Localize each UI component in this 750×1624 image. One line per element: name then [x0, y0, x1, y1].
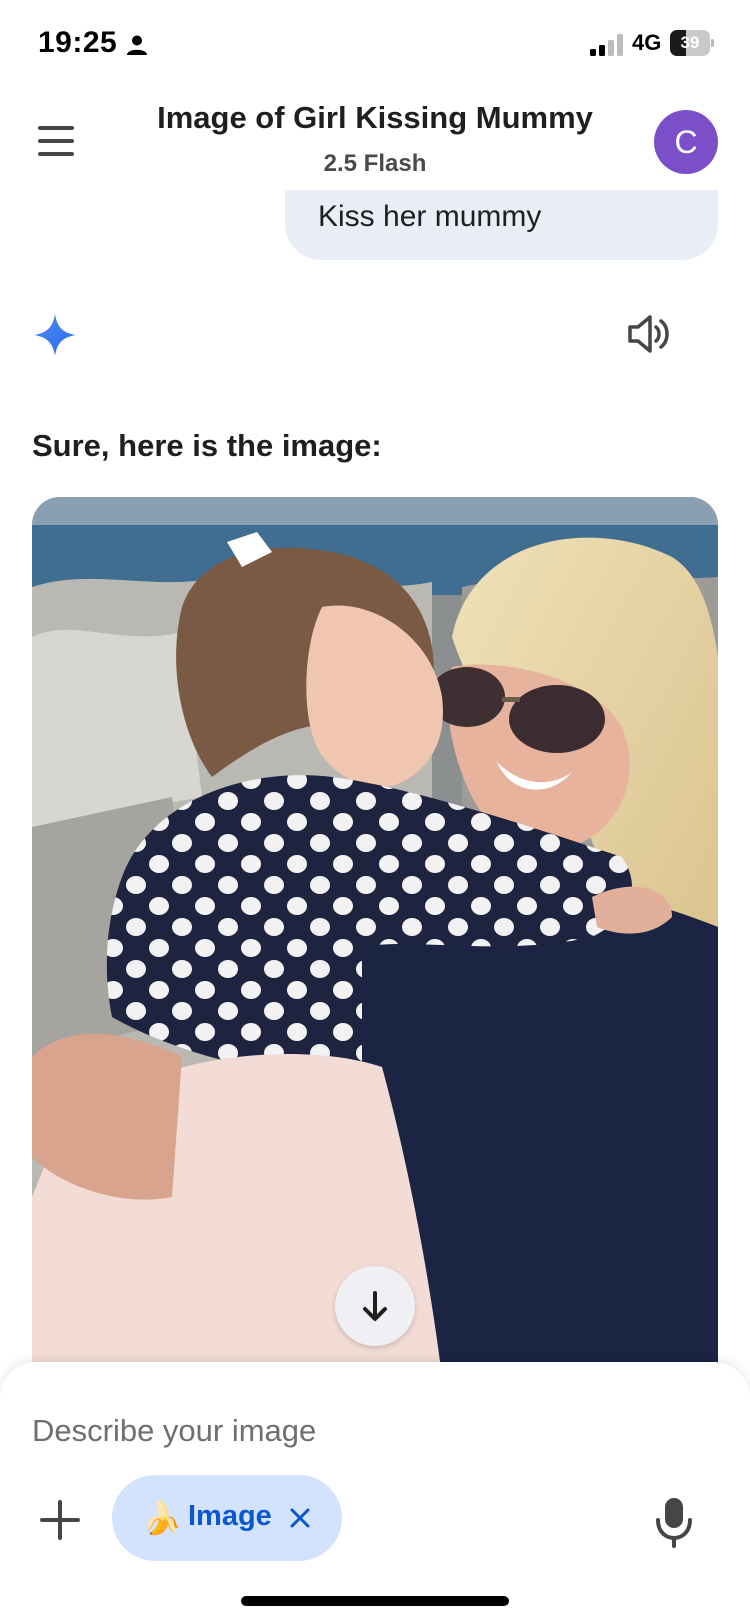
prompt-input[interactable]	[32, 1408, 682, 1454]
banana-icon: 🍌	[142, 1500, 182, 1536]
scroll-down-button[interactable]	[335, 1266, 415, 1346]
plus-icon[interactable]	[36, 1496, 84, 1544]
battery-indicator: 39	[670, 30, 714, 56]
user-message-text: Kiss her mummy	[318, 200, 542, 233]
generated-image[interactable]	[32, 497, 718, 1377]
person-icon	[127, 35, 147, 55]
model-selector[interactable]: 2.5 Flash	[100, 150, 650, 178]
status-time: 19:25	[38, 26, 118, 59]
speaker-icon[interactable]	[626, 312, 674, 356]
home-indicator	[241, 1596, 509, 1606]
arrow-down-icon	[363, 1291, 387, 1321]
battery-level: 39	[680, 33, 700, 52]
hamburger-menu-icon	[38, 126, 74, 130]
response-text: Sure, here is the image:	[32, 428, 382, 463]
account-avatar[interactable]: C	[654, 110, 718, 174]
image-tool-label: Image	[188, 1500, 272, 1532]
composer-panel	[0, 1362, 750, 1624]
conversation-title[interactable]: Image of Girl Kissing Mummy	[100, 100, 650, 136]
microphone-icon[interactable]	[652, 1494, 696, 1550]
menu-button[interactable]	[30, 122, 82, 162]
gemini-sparkle-icon	[34, 314, 76, 356]
close-icon[interactable]	[286, 1504, 314, 1532]
network-type: 4G	[632, 30, 662, 55]
cellular-signal-icon	[590, 34, 623, 56]
